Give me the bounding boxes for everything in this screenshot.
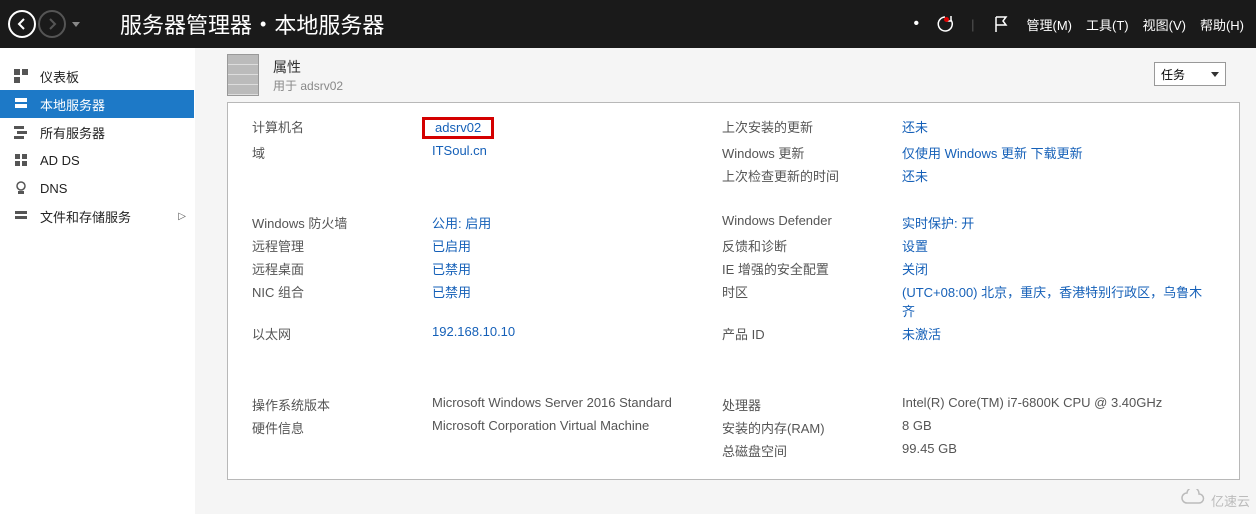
- field-label: 上次检查更新的时间: [722, 166, 892, 185]
- sidebar-item-label: 仪表板: [40, 67, 79, 86]
- adds-icon: [12, 152, 30, 168]
- content-area: 仪表板 本地服务器 所有服务器 AD DS DNS: [0, 48, 1256, 514]
- breadcrumb-current[interactable]: 本地服务器: [274, 8, 384, 40]
- field-label: 总磁盘空间: [722, 441, 892, 460]
- history-dropdown-icon[interactable]: [72, 22, 80, 27]
- field-value-link[interactable]: 未激活: [902, 324, 1215, 343]
- cloud-icon: [1179, 489, 1207, 512]
- sidebar-item-adds[interactable]: AD DS: [0, 146, 194, 174]
- field-label: 远程桌面: [252, 259, 422, 278]
- sidebar-item-all-servers[interactable]: 所有服务器: [0, 118, 194, 146]
- sidebar-item-dns[interactable]: DNS: [0, 174, 194, 202]
- computer-name-link[interactable]: adsrv02: [435, 120, 481, 135]
- refresh-alert-dot: [944, 17, 949, 22]
- breadcrumb-root[interactable]: 服务器管理器: [120, 8, 252, 40]
- forward-button[interactable]: [38, 10, 66, 38]
- field-label: 处理器: [722, 395, 892, 414]
- chevron-right-icon: ▷: [178, 211, 186, 222]
- server-icon: [12, 96, 30, 112]
- field-label: 反馈和诊断: [722, 236, 892, 255]
- field-label: IE 增强的安全配置: [722, 259, 892, 278]
- properties-header: 属性 用于 adsrv02 任务: [195, 48, 1256, 102]
- menu-view[interactable]: 视图(V): [1143, 15, 1186, 34]
- field-label: 域: [252, 143, 422, 162]
- field-value-link[interactable]: 关闭: [902, 259, 1215, 278]
- refresh-icon[interactable]: [933, 12, 957, 36]
- field-value-link[interactable]: 已禁用: [432, 282, 712, 320]
- back-button[interactable]: [8, 10, 36, 38]
- field-label: 远程管理: [252, 236, 422, 255]
- field-value-link[interactable]: 还未: [902, 166, 1215, 185]
- field-label: 硬件信息: [252, 418, 422, 437]
- field-label: 上次安装的更新: [722, 117, 892, 139]
- storage-icon: [12, 208, 30, 224]
- field-value-link[interactable]: 还未: [902, 117, 1215, 139]
- sidebar-item-label: 文件和存储服务: [40, 207, 131, 226]
- sidebar-item-file-storage[interactable]: 文件和存储服务 ▷: [0, 202, 194, 230]
- field-value: 8 GB: [902, 418, 1215, 437]
- topbar-right: • | 管理(M) 工具(T) 视图(V) 帮助(H): [914, 12, 1256, 36]
- tasks-dropdown-button[interactable]: 任务: [1154, 62, 1226, 86]
- field-value-link[interactable]: (UTC+08:00) 北京，重庆，香港特别行政区，乌鲁木齐: [902, 282, 1215, 320]
- chevron-down-icon: [1211, 72, 1219, 77]
- properties-subtitle: 用于 adsrv02: [273, 77, 343, 94]
- field-label: Windows 更新: [722, 143, 892, 162]
- field-value-link[interactable]: 已启用: [432, 236, 712, 255]
- watermark-text: 亿速云: [1211, 491, 1250, 510]
- field-label: 产品 ID: [722, 324, 892, 343]
- breadcrumb: 服务器管理器 • 本地服务器: [120, 8, 384, 40]
- menu-manage[interactable]: 管理(M): [1027, 15, 1073, 34]
- field-label: 时区: [722, 282, 892, 320]
- sidebar-item-label: AD DS: [40, 153, 80, 168]
- field-label: 计算机名: [252, 117, 422, 139]
- sidebar-item-label: 本地服务器: [40, 95, 105, 114]
- breadcrumb-separator-icon: •: [260, 14, 266, 35]
- sidebar-item-label: 所有服务器: [40, 123, 105, 142]
- sidebar-item-label: DNS: [40, 181, 67, 196]
- watermark: 亿速云: [1179, 489, 1250, 512]
- field-value: Microsoft Corporation Virtual Machine: [432, 418, 712, 437]
- tasks-label: 任务: [1161, 66, 1185, 83]
- field-value-link[interactable]: 设置: [902, 236, 1215, 255]
- notifications-flag-icon[interactable]: [989, 12, 1013, 36]
- computer-name-highlight: adsrv02: [422, 117, 494, 139]
- sidebar-item-local-server[interactable]: 本地服务器: [0, 90, 194, 118]
- field-value-link[interactable]: 实时保护: 开: [902, 213, 1215, 232]
- menu-help[interactable]: 帮助(H): [1200, 15, 1244, 34]
- nav-arrows: [0, 10, 80, 38]
- top-bar: 服务器管理器 • 本地服务器 • | 管理(M) 工具(T) 视图(V) 帮助(…: [0, 0, 1256, 48]
- server-stack-icon: [227, 54, 259, 96]
- dashboard-icon: [12, 68, 30, 84]
- field-value-link[interactable]: 仅使用 Windows 更新 下载更新: [902, 143, 1215, 162]
- field-value: Intel(R) Core(TM) i7-6800K CPU @ 3.40GHz: [902, 395, 1215, 414]
- field-label: 安装的内存(RAM): [722, 418, 892, 437]
- field-value-link[interactable]: 公用: 启用: [432, 213, 712, 232]
- sidebar-item-dashboard[interactable]: 仪表板: [0, 62, 194, 90]
- field-label: Windows 防火墙: [252, 213, 422, 232]
- field-value-link[interactable]: 已禁用: [432, 259, 712, 278]
- properties-title: 属性: [273, 57, 343, 77]
- field-label: 以太网: [252, 324, 422, 343]
- field-label: NIC 组合: [252, 282, 422, 320]
- main-panel: 属性 用于 adsrv02 任务 计算机名 adsrv02 上次安装的更新 还未…: [195, 48, 1256, 514]
- servers-icon: [12, 124, 30, 140]
- field-value: 99.45 GB: [902, 441, 1215, 460]
- field-label: 操作系统版本: [252, 395, 422, 414]
- domain-link[interactable]: ITSoul.cn: [432, 143, 712, 162]
- field-label: Windows Defender: [722, 213, 892, 232]
- sidebar: 仪表板 本地服务器 所有服务器 AD DS DNS: [0, 48, 195, 514]
- dns-icon: [12, 180, 30, 196]
- refresh-bullet: •: [914, 15, 920, 33]
- properties-panel: 计算机名 adsrv02 上次安装的更新 还未 域 ITSoul.cn Wind…: [227, 102, 1240, 480]
- field-value: Microsoft Windows Server 2016 Standard: [432, 395, 712, 414]
- menu-tools[interactable]: 工具(T): [1086, 15, 1129, 34]
- properties-grid: 计算机名 adsrv02 上次安装的更新 还未 域 ITSoul.cn Wind…: [252, 117, 1215, 460]
- field-value-link[interactable]: 192.168.10.10: [432, 324, 712, 343]
